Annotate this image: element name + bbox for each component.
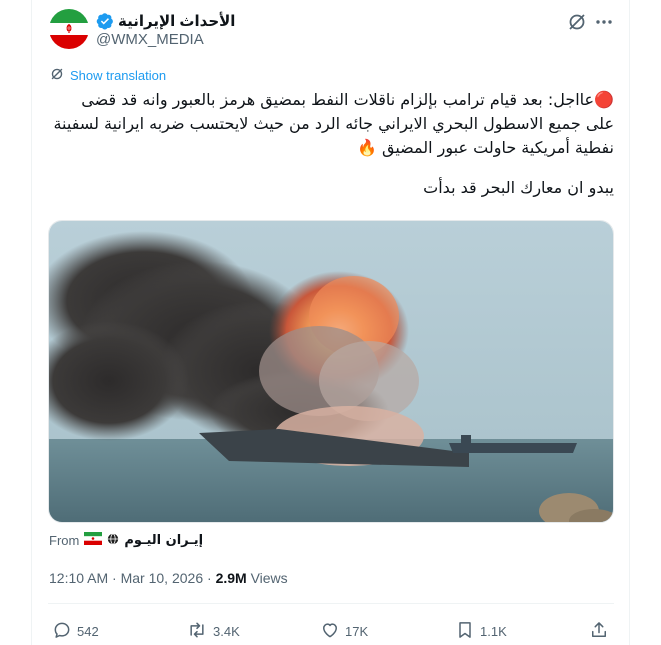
views-count: 2.9M <box>215 570 247 586</box>
source-name[interactable]: إيـران اليـوم <box>124 533 203 548</box>
grok-icon[interactable] <box>566 11 588 33</box>
tweet-line-1: 🔴عااجل: بعد قيام ترامب بإلزام ناقلات الن… <box>81 90 614 109</box>
author-display-name[interactable]: الأحداث الإيرانية <box>118 12 235 30</box>
divider <box>48 603 614 604</box>
author-handle[interactable]: @WMX_MEDIA <box>96 31 204 48</box>
tweet-time[interactable]: 12:10 AM <box>49 570 108 586</box>
bookmark-icon <box>455 620 475 643</box>
grok-icon <box>50 67 64 84</box>
more-options-icon[interactable] <box>593 11 615 33</box>
iran-flag-icon <box>84 532 103 548</box>
meta-separator: · <box>112 570 117 586</box>
ship-explosion-image[interactable] <box>48 220 614 523</box>
like-button[interactable]: 17K <box>320 620 368 643</box>
tweet-line-2: على جميع الاسطول البحري الايراني جائه ال… <box>53 114 614 133</box>
tweet-paragraph-2: يبدو ان معارك البحر قد بدأت <box>423 178 614 197</box>
tweet-meta: 12:10 AM · Mar 10, 2026 · 2.9M Views <box>49 570 288 586</box>
share-icon <box>589 620 609 643</box>
show-translation-link[interactable]: Show translation <box>50 67 166 84</box>
views-label: Views <box>250 570 288 586</box>
heart-icon <box>320 620 340 643</box>
tweet-date[interactable]: Mar 10, 2026 <box>121 570 204 586</box>
tweet-line-3: نفطية أمريكية حاولت عبور المضيق 🔥 <box>356 138 614 157</box>
author-name[interactable]: الأحداث الإيرانية <box>96 11 235 31</box>
reply-icon <box>52 620 72 643</box>
bookmark-button[interactable]: 1.1K <box>455 620 507 643</box>
tweet-text: 🔴عااجل: بعد قيام ترامب بإلزام ناقلات الن… <box>48 88 614 200</box>
from-source: From إيـران اليـوم <box>49 532 203 548</box>
repost-button[interactable]: 3.4K <box>186 620 240 643</box>
tweet-paragraph-1: 🔴عااجل: بعد قيام ترامب بإلزام ناقلات الن… <box>48 88 614 160</box>
action-bar: 542 3.4K 17K 1.1K <box>48 618 614 644</box>
show-translation-label[interactable]: Show translation <box>70 68 166 83</box>
reply-count: 542 <box>77 624 99 639</box>
bookmark-count: 1.1K <box>480 624 507 639</box>
like-count: 17K <box>345 624 369 639</box>
iran-flag-avatar[interactable] <box>49 9 89 49</box>
from-label: From <box>49 532 80 548</box>
share-button[interactable] <box>589 620 609 643</box>
repost-count: 3.4K <box>213 624 240 639</box>
repost-icon <box>186 620 208 643</box>
verified-badge-icon <box>96 12 114 30</box>
meta-separator: · <box>207 570 212 586</box>
globe-icon <box>107 532 119 548</box>
reply-button[interactable]: 542 <box>52 620 99 643</box>
